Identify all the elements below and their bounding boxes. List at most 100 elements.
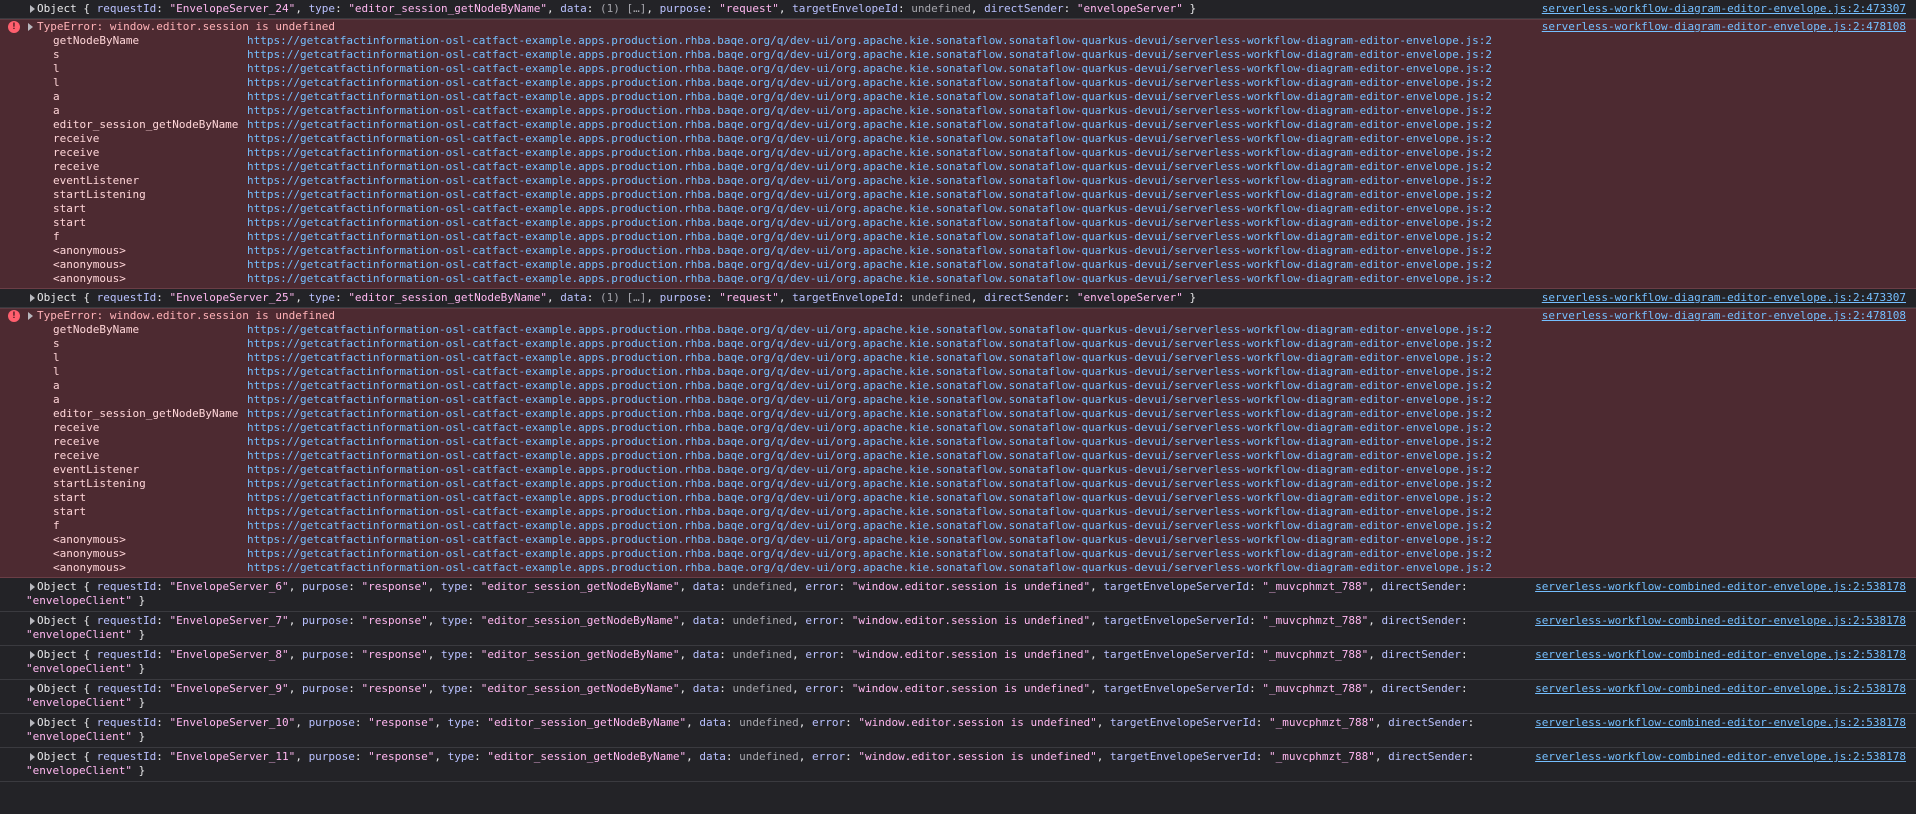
punctuation: :	[467, 580, 481, 593]
stack-frame-url[interactable]: https://getcatfactinformation-osl-catfac…	[247, 202, 1492, 216]
stack-frame-url[interactable]: https://getcatfactinformation-osl-catfac…	[247, 337, 1492, 351]
triangle-right-icon[interactable]	[30, 583, 35, 591]
source-link[interactable]: serverless-workflow-diagram-editor-envel…	[1542, 291, 1906, 305]
triangle-right-icon[interactable]	[30, 294, 35, 302]
stack-frame-url[interactable]: https://getcatfactinformation-osl-catfac…	[247, 160, 1492, 174]
stack-frame-url[interactable]: https://getcatfactinformation-osl-catfac…	[247, 216, 1492, 230]
stack-frame-url[interactable]: https://getcatfactinformation-osl-catfac…	[247, 132, 1492, 146]
stack-frame-url[interactable]: https://getcatfactinformation-osl-catfac…	[247, 188, 1492, 202]
stack-frame-url[interactable]: https://getcatfactinformation-osl-catfac…	[247, 477, 1492, 491]
stack-frame-url[interactable]: https://getcatfactinformation-osl-catfac…	[247, 505, 1492, 519]
triangle-right-icon[interactable]	[30, 685, 35, 693]
stack-frame-url[interactable]: https://getcatfactinformation-osl-catfac…	[247, 48, 1492, 62]
stack-frame-url[interactable]: https://getcatfactinformation-osl-catfac…	[247, 435, 1492, 449]
punctuation: :	[354, 750, 369, 763]
stack-frame-url[interactable]: https://getcatfactinformation-osl-catfac…	[247, 351, 1492, 365]
stack-frame-url[interactable]: https://getcatfactinformation-osl-catfac…	[247, 365, 1492, 379]
object-key: data	[692, 648, 720, 661]
punctuation: ,	[427, 682, 442, 695]
stack-frame: s https://getcatfactinformation-osl-catfa…	[0, 48, 1916, 62]
stack-frame-url[interactable]: https://getcatfactinformation-osl-catfac…	[247, 104, 1492, 118]
object-key: type	[447, 716, 475, 729]
triangle-right-icon[interactable]	[30, 617, 35, 625]
stack-frame-url[interactable]: https://getcatfactinformation-osl-catfac…	[247, 519, 1492, 533]
object-key: data	[560, 2, 587, 15]
stack-frame: startListening https://getcatfactinformat…	[0, 188, 1916, 202]
stack-frame-function: eventListener	[53, 174, 140, 187]
source-link[interactable]: serverless-workflow-combined-editor-enve…	[1535, 614, 1906, 628]
punctuation: }	[131, 662, 146, 675]
stack-frame-url[interactable]: https://getcatfactinformation-osl-catfac…	[247, 244, 1492, 258]
stack-frame-url[interactable]: https://getcatfactinformation-osl-catfac…	[247, 146, 1492, 160]
object-key: purpose	[301, 580, 349, 593]
stack-frame-url[interactable]: https://getcatfactinformation-osl-catfac…	[247, 230, 1492, 244]
punctuation: :	[725, 750, 740, 763]
source-link[interactable]: serverless-workflow-diagram-editor-envel…	[1542, 2, 1906, 16]
object-key: purpose	[659, 2, 706, 15]
stack-frame-url[interactable]: https://getcatfactinformation-osl-catfac…	[247, 272, 1492, 286]
stack-frame-url[interactable]: https://getcatfactinformation-osl-catfac…	[247, 323, 1492, 337]
object-value: (1) […]	[600, 291, 647, 304]
source-link[interactable]: serverless-workflow-diagram-editor-envel…	[1542, 309, 1906, 323]
punctuation: :	[1461, 682, 1475, 695]
triangle-right-icon[interactable]	[30, 651, 35, 659]
triangle-right-icon[interactable]	[30, 5, 35, 13]
object-key: directSender	[1388, 716, 1468, 729]
punctuation: ,	[547, 291, 561, 304]
stack-frame: eventListener https://getcatfactinformati…	[0, 174, 1916, 188]
object-value: "envelopeClient"	[26, 764, 132, 777]
stack-frame-function: l	[53, 62, 60, 75]
stack-frame-url[interactable]: https://getcatfactinformation-osl-catfac…	[247, 561, 1492, 575]
stack-frame-url[interactable]: https://getcatfactinformation-osl-catfac…	[247, 449, 1492, 463]
object-key: data	[699, 750, 726, 763]
stack-frame-url[interactable]: https://getcatfactinformation-osl-catfac…	[247, 90, 1492, 104]
punctuation: :	[156, 614, 170, 627]
log-entry-response: Object { requestId: "EnvelopeServer_8", …	[0, 646, 1916, 680]
stack-frame-url[interactable]: https://getcatfactinformation-osl-catfac…	[247, 62, 1492, 76]
punctuation: ,	[547, 2, 561, 15]
object-key: purpose	[308, 750, 355, 763]
triangle-right-icon[interactable]	[28, 23, 33, 31]
triangle-right-icon[interactable]	[28, 312, 33, 320]
source-link[interactable]: serverless-workflow-combined-editor-enve…	[1535, 750, 1906, 764]
source-link[interactable]: serverless-workflow-combined-editor-enve…	[1535, 716, 1906, 730]
stack-frame-url[interactable]: https://getcatfactinformation-osl-catfac…	[247, 533, 1492, 547]
stack-frame-url[interactable]: https://getcatfactinformation-osl-catfac…	[247, 174, 1492, 188]
object-value: "EnvelopeServer_11"	[169, 750, 296, 763]
stack-frame-url[interactable]: https://getcatfactinformation-osl-catfac…	[247, 393, 1492, 407]
object-value: "_muvcphmzt_788"	[1268, 750, 1375, 763]
stack-frame-function: receive	[53, 449, 100, 462]
punctuation: :	[1467, 716, 1481, 729]
punctuation: ,	[792, 682, 806, 695]
stack-frame-function: l	[53, 365, 60, 378]
stack-frame-url[interactable]: https://getcatfactinformation-osl-catfac…	[247, 463, 1492, 477]
stack-frame-url[interactable]: https://getcatfactinformation-osl-catfac…	[247, 379, 1492, 393]
stack-frame-url[interactable]: https://getcatfactinformation-osl-catfac…	[247, 258, 1492, 272]
source-link[interactable]: serverless-workflow-combined-editor-enve…	[1535, 682, 1906, 696]
punctuation: ,	[295, 750, 309, 763]
source-link[interactable]: serverless-workflow-combined-editor-enve…	[1535, 648, 1906, 662]
punctuation: :	[335, 2, 349, 15]
stack-frame-url[interactable]: https://getcatfactinformation-osl-catfac…	[247, 407, 1492, 421]
stack-frame-url[interactable]: https://getcatfactinformation-osl-catfac…	[247, 491, 1492, 505]
punctuation: ,	[778, 2, 793, 15]
triangle-right-icon[interactable]	[30, 719, 35, 727]
stack-frame: a https://getcatfactinformation-osl-catfa…	[0, 393, 1916, 407]
error-header: ! TypeError: window.editor.session is und…	[0, 20, 1916, 34]
punctuation: ,	[1368, 614, 1382, 627]
triangle-right-icon[interactable]	[30, 753, 35, 761]
object-key: targetEnvelopeServerId	[1103, 580, 1250, 593]
error-circle-icon: !	[8, 310, 20, 322]
punctuation: ,	[427, 648, 442, 661]
stack-frame-url[interactable]: https://getcatfactinformation-osl-catfac…	[247, 118, 1492, 132]
punctuation: ,	[792, 614, 806, 627]
object-value: "request"	[719, 2, 779, 15]
stack-frame: <anonymous> https://getcatfactinformation…	[0, 533, 1916, 547]
stack-frame-url[interactable]: https://getcatfactinformation-osl-catfac…	[247, 547, 1492, 561]
stack-frame-url[interactable]: https://getcatfactinformation-osl-catfac…	[247, 34, 1492, 48]
stack-frame: <anonymous> https://getcatfactinformation…	[0, 244, 1916, 258]
stack-frame-url[interactable]: https://getcatfactinformation-osl-catfac…	[247, 76, 1492, 90]
source-link[interactable]: serverless-workflow-combined-editor-enve…	[1535, 580, 1906, 594]
stack-frame-url[interactable]: https://getcatfactinformation-osl-catfac…	[247, 421, 1492, 435]
source-link[interactable]: serverless-workflow-diagram-editor-envel…	[1542, 20, 1906, 34]
